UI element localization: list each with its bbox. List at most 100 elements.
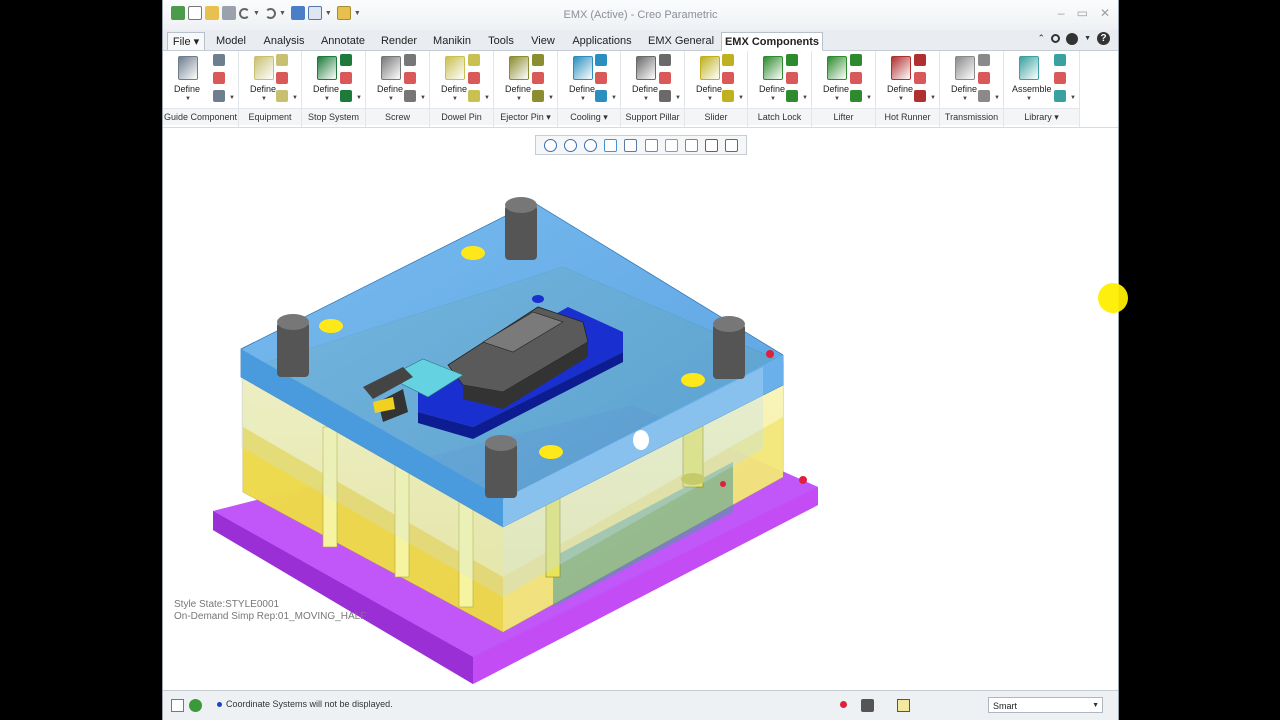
community-icon[interactable]: [1066, 32, 1079, 45]
tool-icon[interactable]: [276, 90, 288, 102]
ribbon-define-button[interactable]: Define ▼: [884, 54, 916, 102]
ribbon-group-label[interactable]: Equipment: [239, 108, 301, 125]
tab-analysis[interactable]: Analysis: [257, 32, 311, 50]
chevron-down-icon[interactable]: ▼: [898, 96, 904, 102]
ribbon-define-button[interactable]: Define ▼: [629, 54, 661, 102]
community-dropdown-icon[interactable]: ▼: [1084, 35, 1091, 42]
tab-view[interactable]: View: [525, 32, 561, 50]
minimize-ribbon-icon[interactable]: ⌃: [1038, 33, 1046, 44]
chevron-down-icon[interactable]: ▼: [802, 95, 808, 101]
zoom-in-icon[interactable]: [563, 138, 577, 152]
tool-icon[interactable]: [659, 72, 671, 84]
datum-display-icon[interactable]: [684, 138, 698, 152]
ribbon-define-button[interactable]: Define ▼: [438, 54, 470, 102]
tab-applications[interactable]: Applications: [565, 32, 639, 50]
ribbon-define-button[interactable]: Assemble ▼: [1012, 54, 1052, 102]
tool-icon[interactable]: [659, 54, 671, 66]
tool-icon[interactable]: [978, 54, 990, 66]
tool-icon[interactable]: [1054, 72, 1066, 84]
tool-icon[interactable]: [404, 54, 416, 66]
chevron-down-icon[interactable]: ▼: [516, 96, 522, 102]
tool-icon[interactable]: [340, 54, 352, 66]
tool-icon[interactable]: [914, 54, 926, 66]
tool-icon[interactable]: [722, 54, 734, 66]
chevron-down-icon[interactable]: ▼: [229, 95, 235, 101]
tool-icon[interactable]: [850, 54, 862, 66]
ribbon-define-button[interactable]: Define ▼: [247, 54, 279, 102]
tool-icon[interactable]: [978, 72, 990, 84]
help-icon[interactable]: ?: [1097, 32, 1110, 45]
chevron-down-icon[interactable]: ▼: [1026, 96, 1032, 102]
tab-model[interactable]: Model: [209, 32, 253, 50]
chevron-down-icon[interactable]: ▼: [611, 95, 617, 101]
chevron-down-icon[interactable]: ▼: [962, 96, 968, 102]
tool-icon[interactable]: [468, 54, 480, 66]
search-icon[interactable]: [1051, 34, 1061, 43]
maximize-icon[interactable]: ▭: [1077, 6, 1088, 20]
tool-icon[interactable]: [786, 72, 798, 84]
saved-orientations-icon[interactable]: [644, 138, 658, 152]
chevron-down-icon[interactable]: ▼: [324, 96, 330, 102]
tool-icon[interactable]: [850, 72, 862, 84]
tool-icon[interactable]: [532, 72, 544, 84]
tool-icon[interactable]: [595, 54, 607, 66]
refit-icon[interactable]: [543, 138, 557, 152]
chevron-down-icon[interactable]: ▼: [770, 96, 776, 102]
ribbon-define-button[interactable]: Define ▼: [693, 54, 725, 102]
ribbon-define-button[interactable]: Define ▼: [948, 54, 980, 102]
display-style-icon[interactable]: [624, 138, 638, 152]
chevron-down-icon[interactable]: ▼: [643, 96, 649, 102]
zoom-out-icon[interactable]: [583, 138, 597, 152]
tool-icon[interactable]: [786, 90, 798, 102]
ribbon-group-label[interactable]: Dowel Pin: [430, 108, 493, 125]
chevron-down-icon[interactable]: ▼: [292, 95, 298, 101]
chevron-down-icon[interactable]: ▼: [261, 96, 267, 102]
tool-icon[interactable]: [532, 90, 544, 102]
chevron-down-icon[interactable]: ▼: [930, 95, 936, 101]
ribbon-group-label[interactable]: Slider: [685, 108, 747, 125]
tool-icon[interactable]: [722, 72, 734, 84]
chevron-down-icon[interactable]: ▼: [1070, 95, 1076, 101]
ribbon-group-label[interactable]: Lifter: [812, 108, 875, 125]
chevron-down-icon[interactable]: ▼: [484, 95, 490, 101]
tab-manikin[interactable]: Manikin: [427, 32, 477, 50]
model-tree-toggle-icon[interactable]: [171, 699, 184, 712]
ribbon-define-button[interactable]: Define ▼: [310, 54, 342, 102]
ribbon-group-label[interactable]: Ejector Pin ▾: [494, 108, 557, 125]
tool-icon[interactable]: [722, 90, 734, 102]
tool-icon[interactable]: [914, 90, 926, 102]
ribbon-define-button[interactable]: Define ▼: [502, 54, 534, 102]
ribbon-group-label[interactable]: Library ▾: [1004, 108, 1079, 125]
ribbon-define-button[interactable]: Define ▼: [756, 54, 788, 102]
ribbon-group-label[interactable]: Hot Runner: [876, 108, 939, 125]
tab-emx-components[interactable]: EMX Components: [721, 32, 823, 51]
ribbon-group-label[interactable]: Stop System: [302, 108, 365, 125]
browser-toggle-icon[interactable]: [189, 699, 202, 712]
ribbon-define-button[interactable]: Define ▼: [566, 54, 598, 102]
ribbon-define-button[interactable]: Define ▼: [820, 54, 852, 102]
tool-icon[interactable]: [595, 90, 607, 102]
chevron-down-icon[interactable]: ▼: [356, 95, 362, 101]
find-icon[interactable]: [861, 699, 874, 712]
tool-icon[interactable]: [213, 72, 225, 84]
close-icon[interactable]: ✕: [1100, 6, 1110, 20]
tool-icon[interactable]: [340, 90, 352, 102]
tool-icon[interactable]: [468, 72, 480, 84]
chevron-down-icon[interactable]: ▼: [994, 95, 1000, 101]
tool-icon[interactable]: [276, 54, 288, 66]
selection-filter[interactable]: Smart ▼: [988, 697, 1103, 713]
chevron-down-icon[interactable]: ▼: [548, 95, 554, 101]
chevron-down-icon[interactable]: ▼: [388, 96, 394, 102]
chevron-down-icon[interactable]: ▼: [185, 96, 191, 102]
tab-file[interactable]: File ▾: [167, 32, 205, 50]
tool-icon[interactable]: [213, 90, 225, 102]
tool-icon[interactable]: [595, 72, 607, 84]
ribbon-define-button[interactable]: Define ▼: [374, 54, 406, 102]
tool-icon[interactable]: [532, 54, 544, 66]
tool-icon[interactable]: [850, 90, 862, 102]
named-views-icon[interactable]: [664, 138, 678, 152]
ribbon-define-button[interactable]: Define ▼: [171, 54, 203, 102]
ribbon-group-label[interactable]: Latch Lock: [748, 108, 811, 125]
minimize-icon[interactable]: –: [1058, 6, 1065, 20]
tool-icon[interactable]: [978, 90, 990, 102]
